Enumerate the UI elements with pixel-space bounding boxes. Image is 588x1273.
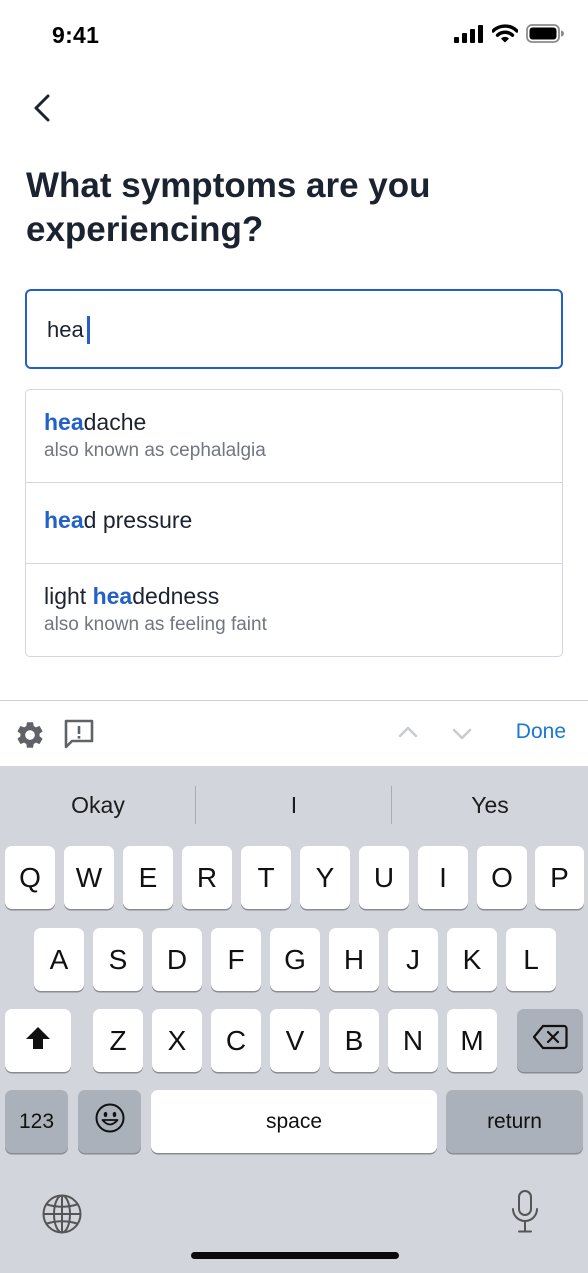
- key-q[interactable]: Q: [5, 846, 55, 909]
- search-input-value: hea: [47, 317, 84, 342]
- key-o[interactable]: O: [477, 846, 527, 909]
- globe-icon[interactable]: [41, 1193, 83, 1240]
- status-icons: [454, 24, 564, 48]
- key-z[interactable]: Z: [93, 1009, 143, 1072]
- keyboard-accessory-bar: Done: [0, 700, 588, 766]
- key-t[interactable]: T: [241, 846, 291, 909]
- search-input-text: hea: [47, 316, 90, 344]
- page-title: What symptoms are you experiencing?: [26, 166, 431, 249]
- numbers-key[interactable]: 123: [5, 1090, 68, 1153]
- shift-icon: [25, 1025, 51, 1057]
- feedback-icon[interactable]: [62, 717, 96, 756]
- suggestion-item-light-headedness[interactable]: light headedness also known as feeling f…: [26, 564, 562, 656]
- suggestion-term: headache: [44, 409, 147, 435]
- suggestion-alias: also known as cephalalgia: [44, 440, 266, 461]
- space-key[interactable]: space: [151, 1090, 437, 1153]
- key-a[interactable]: A: [34, 928, 84, 991]
- chevron-up-icon[interactable]: [398, 725, 418, 744]
- key-c[interactable]: C: [211, 1009, 261, 1072]
- key-s[interactable]: S: [93, 928, 143, 991]
- key-e[interactable]: E: [123, 846, 173, 909]
- key-x[interactable]: X: [152, 1009, 202, 1072]
- chevron-left-icon: [32, 93, 52, 128]
- key-l[interactable]: L: [506, 928, 556, 991]
- wifi-icon: [491, 24, 519, 48]
- chevron-down-icon[interactable]: [452, 727, 472, 746]
- backspace-icon: [532, 1024, 568, 1057]
- suggestion-term: light headedness: [44, 583, 220, 609]
- emoji-icon: [94, 1102, 126, 1141]
- suggestion-alias: also known as feeling faint: [44, 614, 267, 635]
- prediction-yes[interactable]: Yes: [392, 766, 588, 844]
- key-n[interactable]: N: [388, 1009, 438, 1072]
- cellular-signal-icon: [454, 24, 484, 48]
- key-y[interactable]: Y: [300, 846, 350, 909]
- microphone-icon[interactable]: [508, 1189, 542, 1240]
- key-f[interactable]: F: [211, 928, 261, 991]
- key-p[interactable]: P: [535, 846, 584, 909]
- key-v[interactable]: V: [270, 1009, 320, 1072]
- gear-icon[interactable]: [14, 719, 46, 756]
- keyboard: Okay I Yes Q W E R T Y U I O P A S D F G…: [0, 766, 588, 1273]
- key-b[interactable]: B: [329, 1009, 379, 1072]
- key-h[interactable]: H: [329, 928, 379, 991]
- text-caret: [86, 316, 90, 344]
- done-button[interactable]: Done: [516, 720, 566, 744]
- back-button[interactable]: [22, 88, 62, 132]
- key-k[interactable]: K: [447, 928, 497, 991]
- key-r[interactable]: R: [182, 846, 232, 909]
- return-key[interactable]: return: [446, 1090, 583, 1153]
- suggestion-list: headache also known as cephalalgia head …: [25, 389, 563, 657]
- suggestion-item-head-pressure[interactable]: head pressure: [26, 483, 562, 564]
- key-g[interactable]: G: [270, 928, 320, 991]
- suggestion-match-highlight: hea: [44, 409, 84, 435]
- battery-icon: [526, 24, 564, 48]
- key-j[interactable]: J: [388, 928, 438, 991]
- suggestion-term: head pressure: [44, 507, 193, 533]
- emoji-key[interactable]: [78, 1090, 141, 1153]
- prediction-okay[interactable]: Okay: [0, 766, 196, 844]
- key-w[interactable]: W: [64, 846, 114, 909]
- backspace-key[interactable]: [517, 1009, 583, 1072]
- suggestion-match-highlight: hea: [92, 583, 133, 609]
- key-u[interactable]: U: [359, 846, 409, 909]
- key-d[interactable]: D: [152, 928, 202, 991]
- home-indicator[interactable]: [191, 1252, 399, 1259]
- prediction-i[interactable]: I: [196, 766, 392, 844]
- suggestion-match-highlight: hea: [44, 507, 84, 533]
- status-bar: 9:41: [0, 0, 588, 70]
- key-m[interactable]: M: [447, 1009, 497, 1072]
- symptom-search-input[interactable]: hea: [25, 289, 563, 369]
- shift-key[interactable]: [5, 1009, 71, 1072]
- predictive-text-bar: Okay I Yes: [0, 766, 588, 844]
- suggestion-item-headache[interactable]: headache also known as cephalalgia: [26, 390, 562, 483]
- status-time: 9:41: [52, 22, 100, 48]
- key-i[interactable]: I: [418, 846, 468, 909]
